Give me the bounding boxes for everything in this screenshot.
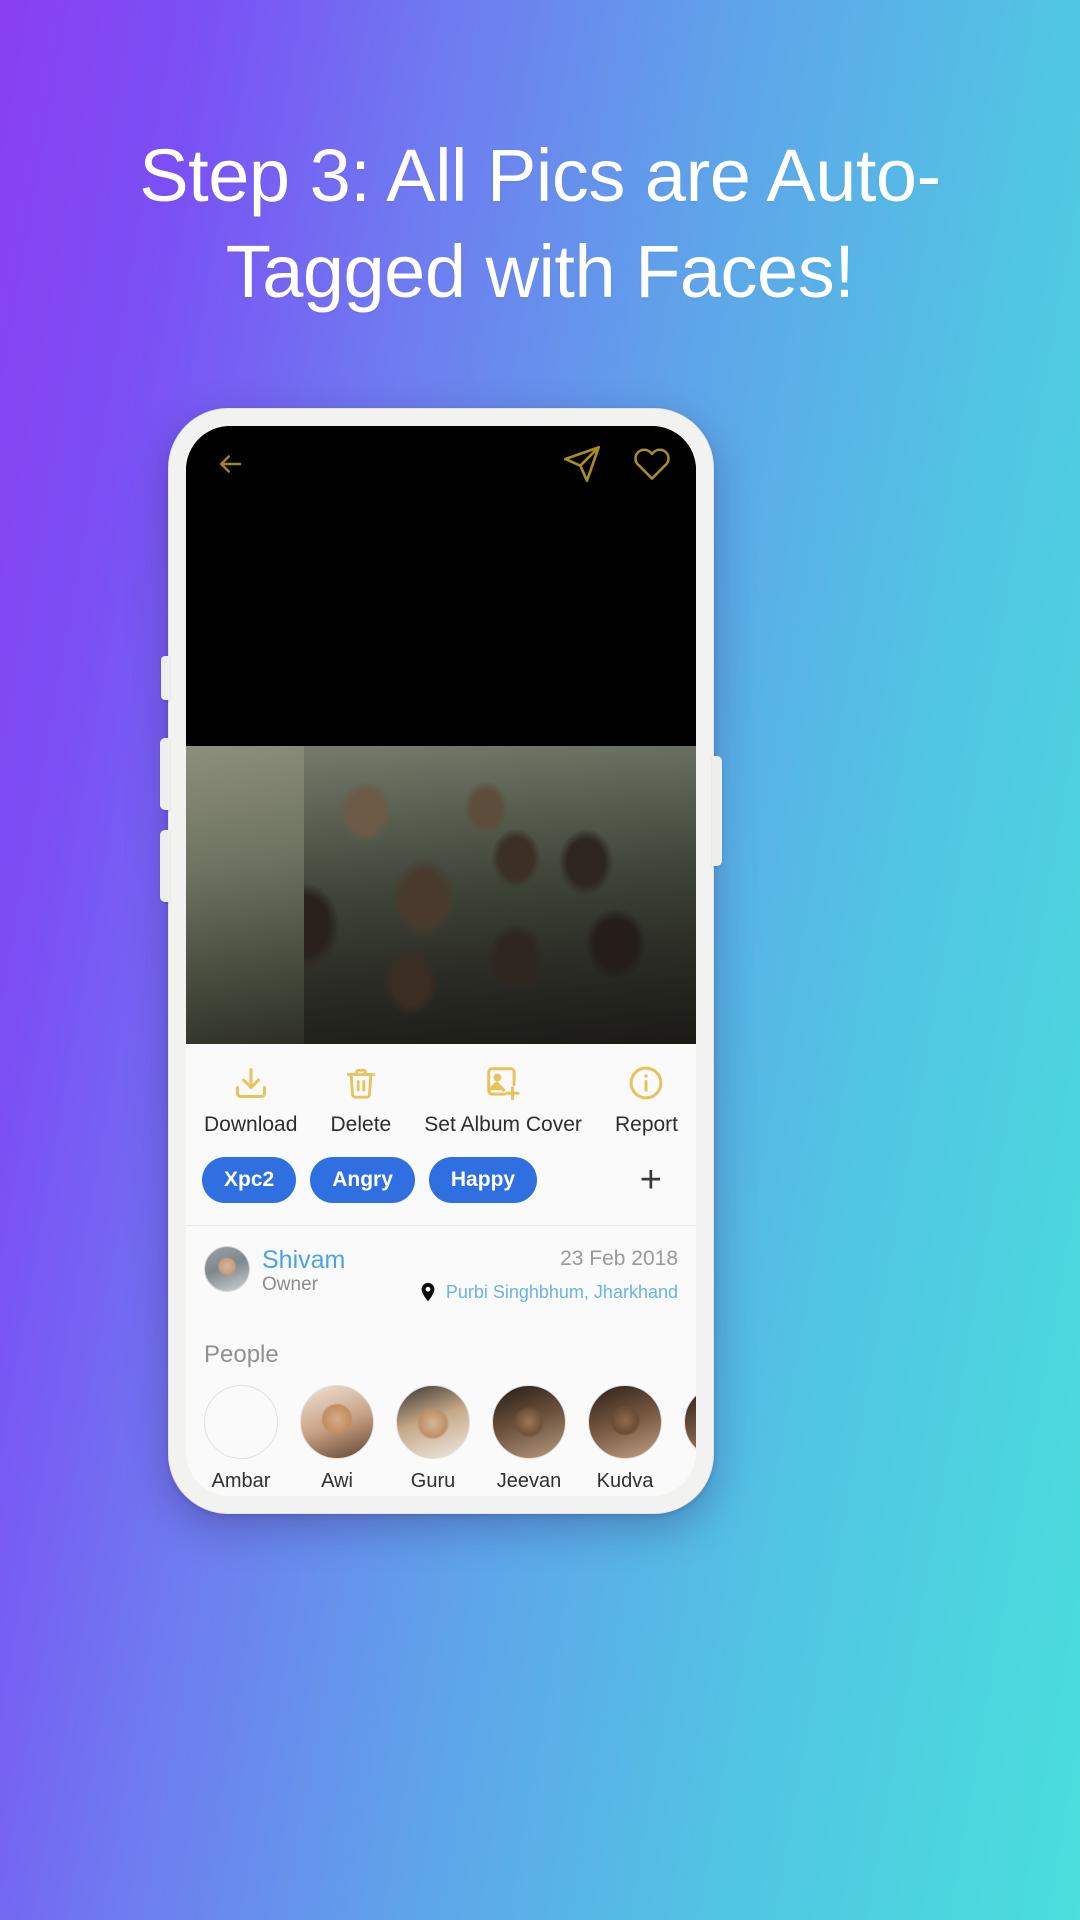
photo-meta: 23 Feb 2018 Purbi Singhbhum, Jharkhand (417, 1246, 678, 1305)
owner-name[interactable]: Shivam (262, 1246, 345, 1274)
page-title: Step 3: All Pics are Auto-Tagged with Fa… (139, 134, 941, 314)
tag-list: Xpc2 Angry Happy + (186, 1151, 696, 1225)
person-name: Kudva (596, 1470, 654, 1493)
person-avatar (588, 1385, 662, 1460)
list-item[interactable]: Guru (396, 1385, 470, 1493)
tag-chip[interactable]: Xpc2 (202, 1157, 297, 1203)
set-album-cover-button[interactable]: Set Album Cover (424, 1062, 582, 1137)
phone-volume-up-button (160, 738, 170, 810)
share-paper-plane-icon[interactable] (560, 442, 604, 486)
download-icon (233, 1062, 269, 1104)
avatar[interactable] (204, 1246, 250, 1292)
phone-mockup: Download Delete Set Album Cover Report X… (160, 408, 722, 1514)
report-label: Report (614, 1113, 678, 1136)
download-label: Download (204, 1113, 298, 1136)
phone-mute-switch (161, 656, 170, 700)
delete-label: Delete (330, 1113, 392, 1136)
report-button[interactable]: Report (615, 1062, 678, 1137)
people-list: Ambar Awi Guru Jeevan Kudva (204, 1385, 696, 1493)
photo-location-label: Purbi Singhbhum, Jharkhand (445, 1281, 678, 1302)
person-avatar (204, 1385, 278, 1460)
owner-info-row: Shivam Owner 23 Feb 2018 Purbi Singhbhum… (186, 1226, 696, 1316)
photo-top-nav (186, 426, 696, 502)
phone-power-button (712, 756, 722, 866)
photo-date: 23 Feb 2018 (560, 1247, 678, 1270)
delete-button[interactable]: Delete (330, 1062, 392, 1137)
info-circle-icon (627, 1062, 665, 1104)
trash-icon (344, 1062, 378, 1104)
person-avatar (492, 1385, 566, 1460)
list-item[interactable]: Awi (300, 1385, 374, 1493)
phone-volume-down-button (160, 830, 170, 902)
back-arrow-icon[interactable] (208, 442, 252, 486)
photo-location[interactable]: Purbi Singhbhum, Jharkhand (417, 1279, 678, 1305)
image-plus-icon (484, 1062, 522, 1104)
owner-role: Owner (262, 1274, 318, 1295)
photo-viewer[interactable] (186, 426, 696, 1044)
list-item[interactable]: Kudva (588, 1385, 662, 1493)
photo-image (186, 746, 696, 1044)
person-avatar (396, 1385, 470, 1460)
home-indicator-area (186, 1493, 696, 1496)
download-button[interactable]: Download (204, 1062, 297, 1137)
list-item[interactable]: Ambar (204, 1385, 278, 1493)
heart-icon[interactable] (630, 442, 674, 486)
map-pin-icon (421, 1283, 435, 1302)
person-name: Ambar (211, 1470, 271, 1493)
set-album-cover-label: Set Album Cover (424, 1113, 582, 1136)
tag-chip[interactable]: Angry (310, 1157, 415, 1203)
photo-action-bar: Download Delete Set Album Cover Report (186, 1044, 696, 1151)
people-title: People (204, 1341, 279, 1369)
people-section: People Ambar Awi Guru Jeevan Kudva (186, 1315, 696, 1494)
person-name: Jeevan (496, 1470, 562, 1493)
list-item[interactable]: Jeevan (492, 1385, 566, 1493)
person-avatar (300, 1385, 374, 1460)
person-name: Awi (321, 1470, 353, 1493)
add-tag-button[interactable]: + (640, 1161, 680, 1199)
tag-chip[interactable]: Happy (428, 1157, 538, 1203)
person-avatar (684, 1385, 696, 1460)
owner-meta: Shivam Owner (262, 1246, 345, 1297)
person-name: Guru (410, 1470, 456, 1493)
phone-screen: Download Delete Set Album Cover Report X… (186, 426, 696, 1496)
